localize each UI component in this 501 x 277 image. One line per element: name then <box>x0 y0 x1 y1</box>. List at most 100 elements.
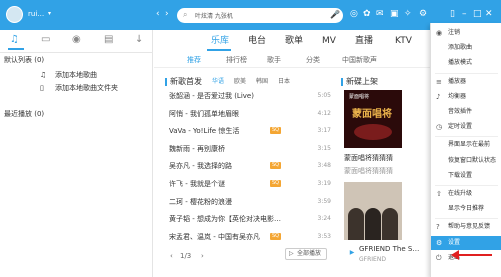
menu-item-7[interactable]: 界面显示在最前 <box>431 138 501 152</box>
tab-library[interactable]: 乐库 <box>211 36 229 47</box>
maximize-icon[interactable]: □ <box>473 8 482 20</box>
menu-item-1[interactable]: 添加歌曲 <box>431 41 501 55</box>
filter-korean[interactable]: 韩国 <box>256 78 268 86</box>
monitor-icon[interactable]: ▭ <box>41 34 50 46</box>
folder-add-icon[interactable]: ▯ <box>40 84 44 93</box>
close-icon[interactable]: ✕ <box>485 8 493 20</box>
filter-western[interactable]: 欧美 <box>234 78 246 86</box>
minimize-icon[interactable]: – <box>462 8 467 20</box>
album-cover[interactable]: 蒙面唱将 蒙面唱将 <box>344 90 402 148</box>
album-play-icon[interactable]: ▶ <box>347 248 357 258</box>
song-row[interactable]: 宋孟君、温岚 - 中国有吴亦凡 SQ 3:53 <box>169 230 331 244</box>
tab-live[interactable]: 直播 <box>355 36 373 47</box>
album-title-second[interactable]: 蒙面唱将猜猜猜 <box>344 167 393 176</box>
subtab-rank[interactable]: 排行榜 <box>226 56 247 65</box>
song-title[interactable]: 宋孟君、温岚 - 中国有吴亦凡 <box>169 230 260 244</box>
back-icon[interactable]: ‹ <box>156 9 160 19</box>
album-title[interactable]: GFRIEND The S… <box>359 245 419 254</box>
folder-icon[interactable]: ▤ <box>104 34 113 46</box>
song-duration: 5:05 <box>317 92 331 99</box>
mail-icon[interactable]: ✧ <box>404 8 412 20</box>
tab-ktv[interactable]: KTV <box>395 36 412 47</box>
play-all-button[interactable]: ▷ 全部播放 <box>285 248 327 260</box>
filter-chinese[interactable]: 华语 <box>212 78 224 86</box>
song-duration: 4:12 <box>317 109 331 117</box>
song-row[interactable]: 魏新雨 - 再别康桥 3:15 <box>169 142 331 156</box>
song-title[interactable]: VaVa - Yo!Life 惊生活 <box>169 124 239 138</box>
menu-item-2[interactable]: 播放模式 <box>431 56 501 70</box>
album-title[interactable]: 蒙面唱将猜猜猜 <box>344 154 393 163</box>
album-art-shape <box>354 124 392 140</box>
menu-item-5[interactable]: 音效插件 <box>431 105 501 119</box>
menu-item-9[interactable]: 下载设置 <box>431 169 501 183</box>
search-placeholder: 叶炫清 九张机 <box>195 13 233 20</box>
menu-item-13[interactable]: ⚙ 设置 <box>431 235 501 250</box>
menu-item-10[interactable]: ⇧ 在线升级 <box>431 187 501 201</box>
menu-divider <box>435 218 498 220</box>
username[interactable]: rui… <box>28 10 44 18</box>
download-icon[interactable]: ↓ <box>135 34 143 46</box>
song-title[interactable]: 张韶涵 - 是否爱过我 (Live) <box>169 89 254 103</box>
search-input[interactable]: ⌕ 叶炫清 九张机 🎤 <box>177 8 343 23</box>
avatar[interactable] <box>6 6 23 23</box>
song-row[interactable]: 阿悄 - 我们孤单地眉眼 4:12 <box>169 107 331 121</box>
song-title[interactable]: 许飞 - 我就是个谜 <box>169 177 225 191</box>
recent-play-header[interactable]: 最近播放 (0) <box>4 110 44 119</box>
mini-mode-icon[interactable]: ▯ <box>450 8 455 20</box>
add-local-song[interactable]: 添加本地歌曲 <box>55 71 97 80</box>
forward-icon[interactable]: › <box>165 9 169 19</box>
album-artist[interactable]: GFRIEND <box>359 256 386 264</box>
default-list-header[interactable]: 默认列表 (0) <box>4 56 44 65</box>
album-cover[interactable] <box>344 182 402 240</box>
album-art-shape <box>365 208 381 240</box>
menu-item-0[interactable]: ◉ 注销 <box>431 26 501 40</box>
song-row[interactable]: 黄子韬 - 想成为你【英伦对决电影… 3:24 <box>169 212 331 226</box>
app-icon[interactable]: ▣ <box>390 8 399 20</box>
song-row[interactable]: 二珂 - 樱花粉的浪漫 3:59 <box>169 195 331 209</box>
song-title[interactable]: 吴亦凡 - 我选择的路 <box>169 159 232 173</box>
tab-mv[interactable]: MV <box>322 36 336 47</box>
user-dropdown-icon[interactable]: ▾ <box>48 10 51 17</box>
new-albums-title[interactable]: 新碟上架 <box>346 77 378 86</box>
song-title[interactable]: 二珂 - 樱花粉的浪漫 <box>169 195 232 209</box>
subtab-singer[interactable]: 歌手 <box>267 56 281 65</box>
subtab-recommend[interactable]: 推荐 <box>187 56 201 65</box>
menu-item-6[interactable]: ◷ 定时设置 <box>431 120 501 134</box>
music-note-icon[interactable]: ♫ <box>10 34 19 46</box>
menu-item-4[interactable]: ♪ 均衡器 <box>431 90 501 104</box>
subtab-category[interactable]: 分类 <box>306 56 320 65</box>
pager-prev-icon[interactable]: ‹ <box>170 251 173 261</box>
new-songs-title[interactable]: 新歌首发 <box>170 77 202 86</box>
tab-indicator <box>207 49 231 51</box>
menu-item-3[interactable]: ≡ 播放器 <box>431 75 501 89</box>
help-icon: ? <box>436 223 440 232</box>
add-local-folder[interactable]: 添加本地歌曲文件夹 <box>55 84 118 93</box>
album-art-text: 蒙面唱将 <box>352 109 392 120</box>
pager-next-icon[interactable]: › <box>201 251 204 261</box>
play-all-label: 全部播放 <box>297 250 322 257</box>
tab-radio[interactable]: 电台 <box>248 36 266 47</box>
music-add-icon[interactable]: ♫ <box>40 71 46 80</box>
microphone-icon[interactable]: 🎤 <box>330 10 340 19</box>
menu-item-12[interactable]: ? 帮助与意见反馈 <box>431 220 501 234</box>
settings-icon[interactable]: ⚙ <box>419 8 427 20</box>
song-title[interactable]: 黄子韬 - 想成为你【英伦对决电影… <box>169 212 281 226</box>
radio-icon[interactable]: ◉ <box>72 34 81 46</box>
menu-item-11[interactable]: 显示今日推荐 <box>431 202 501 216</box>
song-title[interactable]: 阿悄 - 我们孤单地眉眼 <box>169 107 239 121</box>
menu-item-label: 定时设置 <box>448 123 473 131</box>
song-row[interactable]: 许飞 - 我就是个谜 SQ 3:19 <box>169 177 331 191</box>
game-icon[interactable]: ◎ <box>350 8 358 20</box>
message-icon[interactable]: ✉ <box>376 8 384 20</box>
menu-item-14[interactable]: ⏻ 退出 <box>431 251 501 265</box>
subtab-voice-china[interactable]: 中国新歌声 <box>342 56 377 65</box>
menu-item-8[interactable]: 恢复窗口默认状态 <box>431 154 501 168</box>
tab-playlist[interactable]: 歌单 <box>285 36 303 47</box>
search-icon[interactable]: ⌕ <box>183 10 187 20</box>
song-row[interactable]: 张韶涵 - 是否爱过我 (Live) 5:05 <box>169 89 331 103</box>
skin-icon[interactable]: ✿ <box>363 8 371 20</box>
song-title[interactable]: 魏新雨 - 再别康桥 <box>169 142 225 156</box>
song-row[interactable]: VaVa - Yo!Life 惊生活 SQ 3:17 <box>169 124 331 138</box>
song-row[interactable]: 吴亦凡 - 我选择的路 SQ 3:48 <box>169 159 331 173</box>
filter-japanese[interactable]: 日本 <box>278 78 290 86</box>
